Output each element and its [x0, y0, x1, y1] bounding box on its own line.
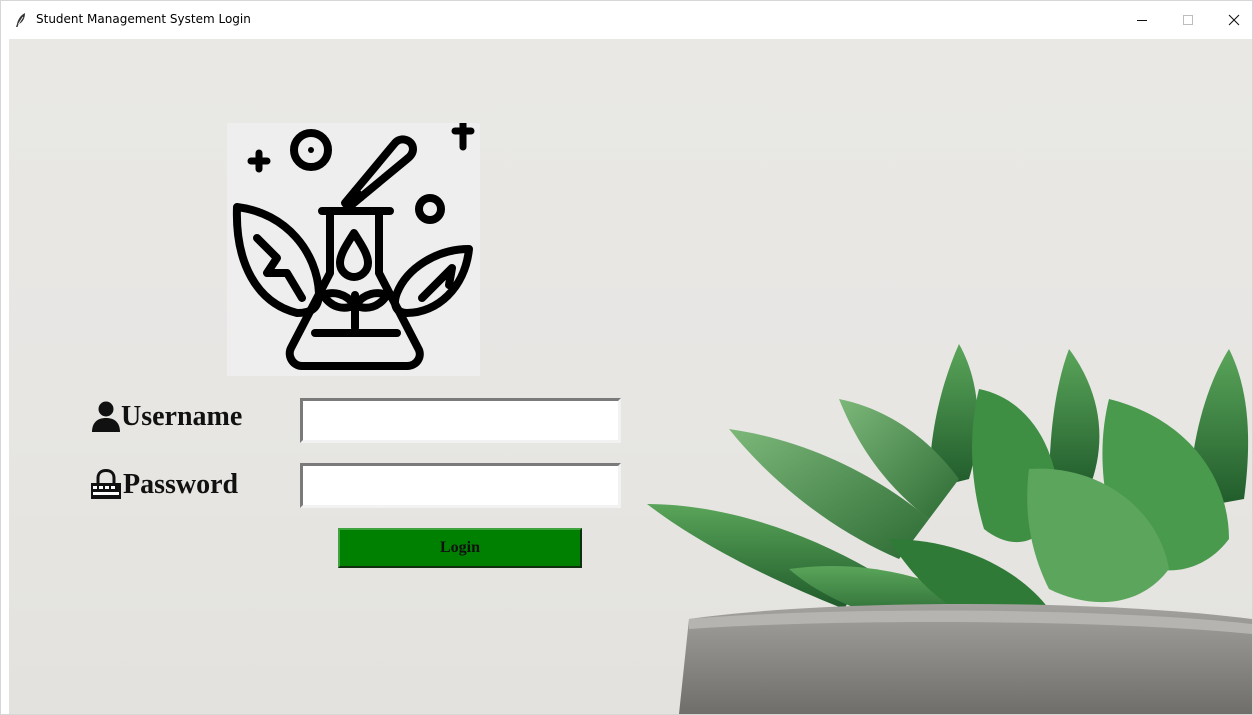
close-icon: [1228, 14, 1240, 26]
minimize-icon: [1137, 20, 1147, 21]
username-label: Username: [91, 401, 242, 433]
lock-icon: [91, 469, 121, 499]
window-title: Student Management System Login: [36, 12, 251, 26]
password-label: Password: [89, 469, 238, 501]
password-label-text: Password: [123, 469, 239, 500]
app-window: Student Management System Login Username…: [0, 0, 1253, 715]
lab-flask-leaves-icon: [232, 119, 475, 370]
username-input[interactable]: [300, 398, 621, 443]
login-button[interactable]: Login: [338, 528, 582, 568]
title-bar[interactable]: Student Management System Login: [1, 1, 1252, 39]
close-button[interactable]: [1211, 1, 1253, 39]
app-logo: [227, 119, 480, 376]
password-input[interactable]: [300, 463, 621, 508]
minimize-button[interactable]: [1119, 1, 1165, 39]
login-panel: Username Password Login: [9, 39, 1252, 714]
user-icon: [92, 401, 120, 432]
maximize-button[interactable]: [1165, 1, 1211, 39]
maximize-icon: [1183, 15, 1193, 25]
username-label-text: Username: [121, 401, 243, 432]
feather-icon: [13, 12, 29, 28]
succulent-plant-image: [647, 344, 1252, 714]
